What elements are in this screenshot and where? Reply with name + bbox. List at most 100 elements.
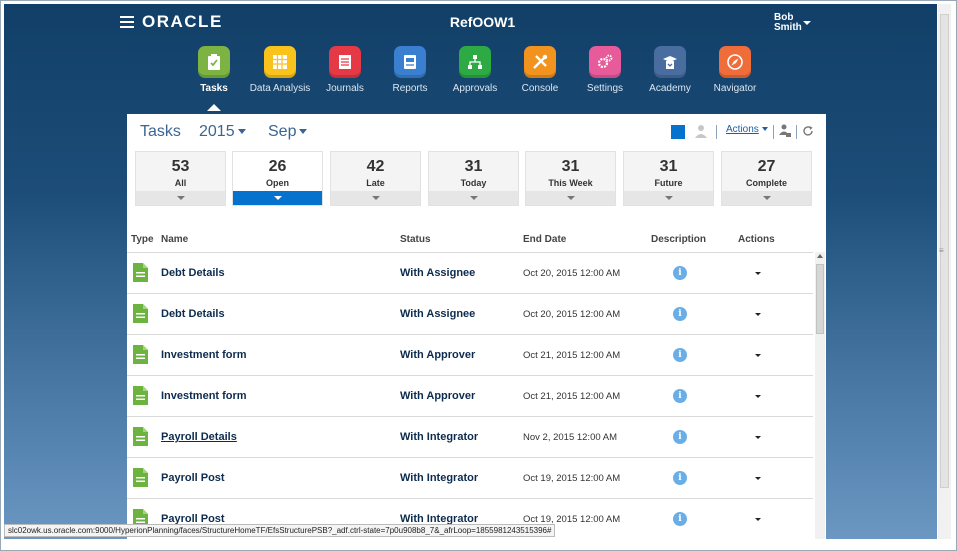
table-row[interactable]: Investment form With Approver Oct 21, 2015… — [127, 334, 813, 375]
nav-item-approvals[interactable]: Approvals — [443, 46, 507, 94]
row-actions-caret-icon[interactable] — [755, 272, 761, 275]
nav-item-navigator[interactable]: Navigator — [703, 46, 767, 94]
refresh-icon[interactable] — [802, 125, 814, 140]
task-end-date: Oct 19, 2015 12:00 AM — [523, 473, 621, 484]
row-actions-caret-icon[interactable] — [755, 518, 761, 521]
table-row[interactable]: Debt Details With Assignee Oct 20, 2015 12… — [127, 293, 813, 334]
info-icon[interactable]: i — [673, 307, 687, 321]
table-row[interactable]: Payroll Details With Integrator Nov 2, 201… — [127, 416, 813, 457]
count-expand-bar[interactable] — [526, 191, 615, 205]
chevron-down-icon — [761, 127, 768, 132]
count-card-complete[interactable]: 27 Complete — [721, 151, 812, 206]
row-actions-caret-icon[interactable] — [755, 313, 761, 316]
year-selector[interactable]: 2015 — [199, 123, 246, 141]
page-scrollbar[interactable]: ≡ — [938, 4, 951, 539]
nav-label: Reports — [392, 83, 428, 94]
info-icon[interactable]: i — [673, 471, 687, 485]
user-menu[interactable]: Bob Smith — [774, 13, 802, 33]
task-name-link[interactable]: Debt Details — [161, 308, 225, 320]
count-expand-bar[interactable] — [722, 191, 811, 205]
chevron-down-icon — [299, 129, 308, 135]
table-row[interactable]: Payroll Post With Integrator Oct 19, 2015 … — [127, 457, 813, 498]
count-expand-bar[interactable] — [136, 191, 225, 205]
count-card-open[interactable]: 26 Open — [232, 151, 323, 206]
count-expand-bar[interactable] — [331, 191, 420, 205]
row-actions-caret-icon[interactable] — [755, 477, 761, 480]
col-header-name[interactable]: Name — [161, 234, 188, 245]
user-last-name: Smith — [774, 22, 802, 33]
row-actions-caret-icon[interactable] — [755, 436, 761, 439]
count-card-all[interactable]: 53 All — [135, 151, 226, 206]
task-status: With Assignee — [400, 267, 476, 279]
view-toggle-icon[interactable] — [671, 125, 685, 139]
reassign-user-icon[interactable] — [779, 124, 791, 141]
nav-item-academy[interactable]: Academy — [638, 46, 702, 94]
nav-label: Academy — [649, 83, 691, 94]
task-name-link[interactable]: Investment form — [161, 349, 247, 361]
nav-item-reports[interactable]: Reports — [378, 46, 442, 94]
task-status: With Approver — [400, 349, 476, 361]
nav-label: Approvals — [452, 83, 498, 94]
col-header-end-date[interactable]: End Date — [523, 234, 566, 245]
nav-item-console[interactable]: Console — [508, 46, 572, 94]
task-name-link[interactable]: Debt Details — [161, 267, 225, 279]
scrollbar-grip-icon: ≡ — [939, 246, 944, 255]
chevron-down-icon — [566, 196, 575, 200]
count-label: Late — [366, 178, 385, 188]
col-header-status[interactable]: Status — [400, 234, 431, 245]
count-value: 26 — [268, 158, 287, 175]
table-scrollbar-thumb[interactable] — [816, 264, 824, 334]
user-menu-caret-icon[interactable] — [803, 21, 811, 25]
tools-icon — [524, 46, 556, 78]
nav-item-journals[interactable]: Journals — [313, 46, 377, 94]
task-end-date: Oct 20, 2015 12:00 AM — [523, 268, 621, 279]
actions-menu[interactable]: Actions — [726, 124, 768, 135]
nav-label: Journals — [326, 83, 364, 94]
hierarchy-icon — [459, 46, 491, 78]
toolbar-divider — [796, 125, 797, 139]
nav-item-settings[interactable]: Settings — [573, 46, 637, 94]
chevron-down-icon — [469, 196, 478, 200]
info-icon[interactable]: i — [673, 430, 687, 444]
chevron-down-icon — [371, 196, 380, 200]
table-row[interactable]: Investment form With Approver Oct 21, 2015… — [127, 375, 813, 416]
scroll-up-icon[interactable] — [817, 254, 823, 258]
count-expand-bar[interactable] — [624, 191, 713, 205]
chevron-down-icon — [273, 196, 282, 200]
info-icon[interactable]: i — [673, 348, 687, 362]
info-icon[interactable]: i — [673, 512, 687, 526]
count-label: This Week — [548, 178, 593, 188]
count-card-today[interactable]: 31 Today — [428, 151, 519, 206]
info-icon[interactable]: i — [673, 389, 687, 403]
document-icon — [133, 468, 148, 487]
task-end-date: Oct 21, 2015 12:00 AM — [523, 350, 621, 361]
nav-item-tasks[interactable]: Tasks — [182, 46, 246, 94]
nav-label: Data Analysis — [249, 83, 311, 94]
tasks-panel: Tasks 2015 Sep Actions 53 All 26 Open 42 Late… — [127, 114, 826, 539]
info-icon[interactable]: i — [673, 266, 687, 280]
row-actions-caret-icon[interactable] — [755, 354, 761, 357]
row-actions-caret-icon[interactable] — [755, 395, 761, 398]
count-expand-bar[interactable] — [429, 191, 518, 205]
grid-icon — [264, 46, 296, 78]
count-expand-bar[interactable] — [233, 191, 322, 205]
count-value: 31 — [464, 158, 483, 175]
task-name-link[interactable]: Payroll Post — [161, 472, 225, 484]
count-card-late[interactable]: 42 Late — [330, 151, 421, 206]
task-status: With Assignee — [400, 308, 476, 320]
nav-item-data-analysis[interactable]: Data Analysis — [248, 46, 312, 94]
count-card-this-week[interactable]: 31 This Week — [525, 151, 616, 206]
task-status: With Integrator — [400, 472, 479, 484]
table-row[interactable]: Debt Details With Assignee Oct 20, 2015 12… — [127, 252, 813, 293]
task-name-link[interactable]: Investment form — [161, 390, 247, 402]
clipboard-check-icon — [198, 46, 230, 78]
count-label: Future — [654, 178, 683, 188]
person-icon[interactable] — [694, 124, 708, 141]
table-scrollbar[interactable] — [815, 252, 825, 539]
task-name-link[interactable]: Payroll Details — [161, 431, 237, 443]
chevron-down-icon — [237, 129, 246, 135]
gears-icon — [589, 46, 621, 78]
count-card-future[interactable]: 31 Future — [623, 151, 714, 206]
period-selector[interactable]: Sep — [268, 123, 308, 141]
count-label: Complete — [745, 178, 787, 188]
